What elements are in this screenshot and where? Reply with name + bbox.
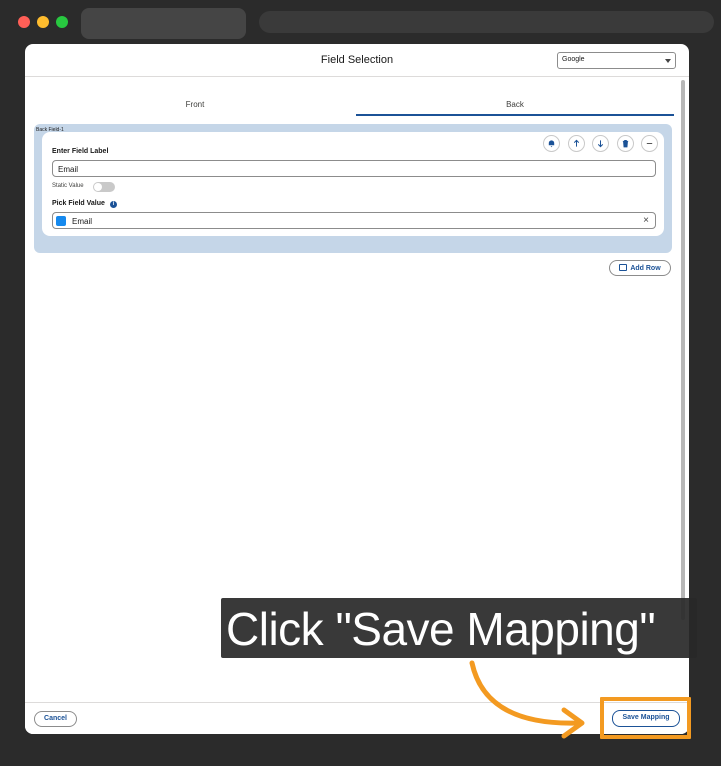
field-label-heading: Enter Field Label — [52, 148, 109, 155]
field-label-value: Email — [58, 165, 79, 174]
browser-tab[interactable] — [81, 8, 246, 39]
tab-back[interactable]: Back — [356, 94, 674, 116]
pick-field-value: Email — [72, 217, 93, 226]
static-value-label: Static Value — [52, 183, 84, 189]
field-type-icon — [56, 216, 66, 226]
clear-icon[interactable]: × — [643, 215, 649, 226]
move-down-button[interactable] — [592, 135, 610, 152]
info-icon[interactable]: i — [110, 201, 117, 208]
close-window-button[interactable] — [18, 16, 30, 28]
tab-bar: Front Back — [36, 94, 674, 116]
maximize-window-button[interactable] — [56, 16, 68, 28]
vertical-scrollbar[interactable] — [681, 80, 685, 620]
add-row-label: Add Row — [630, 265, 661, 272]
arrow-down-icon — [597, 140, 604, 148]
backdrop-left — [0, 44, 25, 766]
field-card-body: Enter Field Label Email Static Value Pic… — [42, 132, 664, 236]
pick-field-input[interactable]: Email × — [52, 212, 656, 229]
add-row-button[interactable]: Add Row — [609, 260, 671, 276]
provider-select-value: Google — [562, 56, 585, 63]
bell-button[interactable] — [543, 135, 561, 152]
curved-arrow-icon — [469, 660, 585, 739]
save-highlight-box — [600, 697, 691, 739]
provider-select[interactable]: Google — [557, 52, 676, 69]
arrow-up-icon — [573, 139, 579, 147]
address-bar[interactable] — [259, 11, 714, 33]
bell-icon — [548, 140, 555, 148]
field-label-input[interactable]: Email — [52, 160, 656, 177]
tab-front[interactable]: Front — [36, 94, 354, 116]
field-card: Back Field-1 Enter Field Label Email Sta… — [34, 124, 672, 253]
pick-field-heading: Pick Field Value — [52, 200, 105, 207]
field-actions — [540, 135, 658, 152]
delete-button[interactable] — [616, 135, 634, 152]
minimize-window-button[interactable] — [37, 16, 49, 28]
instruction-text: Click "Save Mapping" — [226, 603, 656, 655]
trash-icon — [622, 139, 628, 148]
browser-chrome — [0, 0, 721, 44]
add-row-icon — [619, 264, 628, 271]
move-up-button[interactable] — [567, 135, 585, 152]
chevron-down-icon — [665, 59, 671, 63]
cancel-button[interactable]: Cancel — [34, 711, 77, 727]
instruction-callout: Click "Save Mapping" — [221, 598, 697, 658]
remove-button[interactable] — [641, 135, 658, 152]
static-value-toggle[interactable] — [93, 182, 115, 192]
modal-header: Field Selection Google — [25, 44, 689, 77]
minus-icon — [646, 143, 653, 144]
